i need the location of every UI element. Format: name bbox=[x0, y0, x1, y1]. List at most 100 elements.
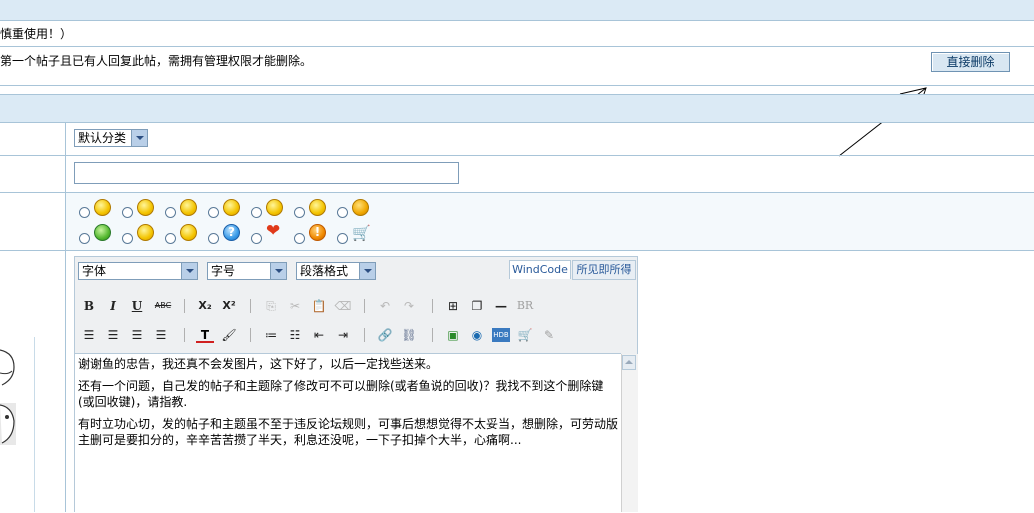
emoticon-radio-cool[interactable] bbox=[165, 233, 176, 244]
emoticon-radio-warning[interactable] bbox=[294, 233, 305, 244]
size-select[interactable]: 字号 bbox=[207, 262, 287, 280]
toolbar-separator bbox=[184, 328, 185, 342]
line-break-button[interactable]: BR bbox=[516, 297, 534, 315]
emoticon-radio-grin[interactable] bbox=[122, 207, 133, 218]
emoticon-radio-angry[interactable] bbox=[337, 207, 348, 218]
notice-line1: 慎重使用！） bbox=[0, 27, 73, 41]
wink-icon bbox=[223, 199, 240, 216]
direct-delete-button[interactable]: 直接删除 bbox=[931, 52, 1010, 72]
toolbar-separator bbox=[432, 328, 433, 342]
surprised-icon bbox=[266, 199, 283, 216]
flash-icon[interactable]: ◉ bbox=[468, 326, 486, 344]
outdent-icon[interactable]: ⇤ bbox=[310, 326, 328, 344]
strikethrough-button[interactable]: ABC bbox=[152, 297, 174, 315]
top-header-bar bbox=[0, 0, 1034, 21]
paragraph-select-label: 段落格式 bbox=[300, 264, 349, 278]
cut-icon[interactable]: ✂ bbox=[286, 297, 304, 315]
scroll-up-arrow-icon[interactable] bbox=[622, 355, 636, 370]
toolbar-separator bbox=[364, 328, 365, 342]
font-select-label: 字体 bbox=[82, 264, 107, 278]
toolbar-separator bbox=[250, 328, 251, 342]
grin-icon bbox=[137, 199, 154, 216]
italic-button[interactable]: I bbox=[104, 297, 122, 315]
copy-icon[interactable]: ⎘ bbox=[262, 297, 280, 315]
bold-button[interactable]: B bbox=[80, 297, 98, 315]
question-icon: ? bbox=[223, 224, 240, 241]
emoticon-radio-question[interactable] bbox=[208, 233, 219, 244]
paragraph-select[interactable]: 段落格式 bbox=[296, 262, 376, 280]
editor-paragraph: 还有一个问题，自己发的帖子和主题除了修改可不可以删除(或者鱼说的回收)？我找不到… bbox=[78, 379, 604, 409]
ordered-list-icon[interactable]: ≔ bbox=[262, 326, 280, 344]
sick-icon bbox=[94, 224, 111, 241]
warning-icon: ! bbox=[309, 224, 326, 241]
divider bbox=[0, 250, 1034, 251]
divider bbox=[0, 122, 1034, 123]
align-left-icon[interactable]: ☰ bbox=[80, 326, 98, 344]
category-select[interactable]: 默认分类 bbox=[74, 129, 148, 147]
chevron-down-icon bbox=[270, 263, 286, 279]
unordered-list-icon[interactable]: ☷ bbox=[286, 326, 304, 344]
notice-line2: 第一个帖子且已有人回复此帖，需拥有管理权限才能删除。 bbox=[0, 54, 313, 68]
justify-icon[interactable]: ☰ bbox=[152, 326, 170, 344]
redo-icon[interactable]: ↷ bbox=[400, 297, 418, 315]
paste-icon[interactable]: 📋 bbox=[310, 297, 328, 315]
media-icon[interactable]: HDB bbox=[492, 328, 510, 342]
indent-icon[interactable]: ⇥ bbox=[334, 326, 352, 344]
smile-icon bbox=[94, 199, 111, 216]
cart-icon[interactable]: 🛒 bbox=[516, 326, 534, 344]
laugh-icon bbox=[309, 199, 326, 216]
emoticon-radio-blush[interactable] bbox=[165, 207, 176, 218]
divider bbox=[0, 46, 1034, 47]
editor-scrollbar[interactable] bbox=[621, 354, 638, 512]
align-right-icon[interactable]: ☰ bbox=[128, 326, 146, 344]
eraser-icon[interactable]: ⌫ bbox=[334, 297, 352, 315]
form-header-bar bbox=[0, 95, 1034, 122]
avatar bbox=[0, 349, 16, 445]
text-color-icon[interactable]: T bbox=[196, 326, 214, 343]
horizontal-rule-button[interactable]: — bbox=[492, 297, 510, 315]
chevron-down-icon bbox=[131, 130, 147, 146]
heart-icon: ❤ bbox=[266, 221, 281, 241]
insert-image-icon[interactable]: ▣ bbox=[444, 326, 462, 344]
emoticon-radio-wink[interactable] bbox=[208, 207, 219, 218]
toolbar-separator bbox=[432, 299, 433, 313]
emoticon-radio-surprised[interactable] bbox=[251, 207, 262, 218]
tab-wysiwyg[interactable]: 所见即所得 bbox=[572, 260, 636, 280]
chevron-down-icon bbox=[181, 263, 197, 279]
emoticon-radio-heart[interactable] bbox=[251, 233, 262, 244]
link-icon[interactable]: 🔗 bbox=[376, 326, 394, 344]
divider bbox=[0, 155, 1034, 156]
tab-windcode[interactable]: WindCode bbox=[509, 260, 571, 279]
toolbar-separator bbox=[250, 299, 251, 313]
unlink-icon[interactable]: ⛓ bbox=[400, 326, 418, 344]
angry-icon bbox=[352, 199, 369, 216]
chevron-down-icon bbox=[359, 263, 375, 279]
cart-icon: 🛒 bbox=[352, 224, 371, 242]
undo-icon[interactable]: ↶ bbox=[376, 297, 394, 315]
align-center-icon[interactable]: ☰ bbox=[104, 326, 122, 344]
emoticon-radio-smile[interactable] bbox=[79, 207, 90, 218]
editor-paragraph: 有时立功心切，发的帖子和主题虽不至于违反论坛规则，可事后想想觉得不太妥当，想删除… bbox=[78, 417, 619, 447]
code-icon[interactable]: ✎ bbox=[540, 326, 558, 344]
emoticon-radio-sick[interactable] bbox=[79, 233, 90, 244]
superscript-button[interactable]: X² bbox=[220, 297, 238, 315]
toolbar-separator bbox=[364, 299, 365, 313]
category-select-value: 默认分类 bbox=[78, 131, 127, 145]
underline-button[interactable]: U bbox=[128, 297, 146, 315]
page-icon[interactable]: ❐ bbox=[468, 297, 486, 315]
insert-table-icon[interactable]: ⊞ bbox=[444, 297, 462, 315]
column-divider bbox=[65, 122, 66, 512]
emoticon-radio-cart[interactable] bbox=[337, 233, 348, 244]
toolbar-separator bbox=[184, 299, 185, 313]
editor-content: 谢谢鱼的忠告，我还真不会发图片，这下好了，以后一定找些送来。 还有一个问题，自己… bbox=[78, 356, 618, 454]
emoticon-radio-cry[interactable] bbox=[122, 233, 133, 244]
cool-icon bbox=[180, 224, 197, 241]
size-select-label: 字号 bbox=[211, 264, 236, 278]
title-input[interactable] bbox=[74, 162, 459, 184]
blush-icon bbox=[180, 199, 197, 216]
background-color-icon[interactable]: 🖌 bbox=[220, 326, 238, 344]
emoticon-radio-laugh[interactable] bbox=[294, 207, 305, 218]
subscript-button[interactable]: X₂ bbox=[196, 297, 214, 315]
font-select[interactable]: 字体 bbox=[78, 262, 198, 280]
cry-icon bbox=[137, 224, 154, 241]
